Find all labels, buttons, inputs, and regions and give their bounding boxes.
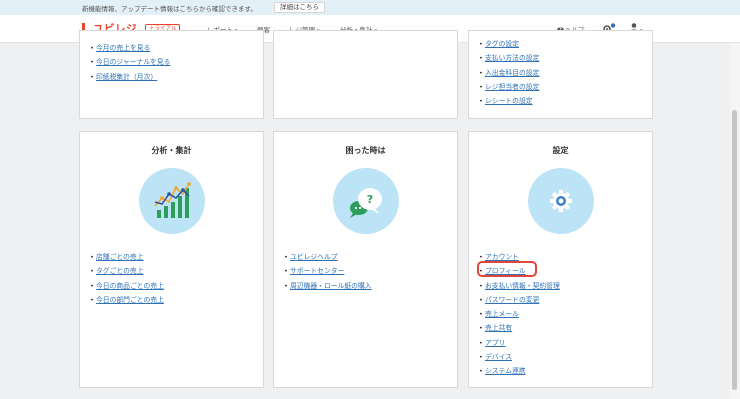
list-item[interactable]: デバイス [479,350,560,365]
help-link-list: ユビレジヘルプ サポートセンター 周辺機器・ロール紙の購入 [284,250,372,293]
profile-highlight-box [477,261,537,277]
help-bubble-icon: ? [333,168,399,234]
settings-card: 設定 アカウント プロフィール お支払い情報・契約管理 パスワードの変更 売上メ… [468,131,653,388]
analytics-chart-icon [139,168,205,234]
list-item[interactable]: レシートの設定 [479,94,539,109]
list-item[interactable]: 印紙税集計（月次） [90,70,170,85]
list-item[interactable]: サポートセンター [284,264,372,279]
update-notice-bar: 新機能情報、アップデート情報はこちらから確認できます。 詳細はこちら [0,0,740,15]
list-item[interactable]: システム連携 [479,364,560,379]
list-item[interactable]: 売上メール [479,307,560,322]
help-card-title: 困った時は [345,146,386,155]
register-settings-card: タグの設定 支払い方法の設定 入出金科目の設定 レジ担当者の設定 レシートの設定 [468,30,653,119]
list-item[interactable]: お支払い情報・契約管理 [479,279,560,294]
list-item[interactable]: 今日のジャーナルを見る [90,55,170,70]
list-item[interactable]: 売上共有 [479,321,560,336]
list-item[interactable]: 周辺機器・ロール紙の購入 [284,279,372,294]
help-card: 困った時は ? ユビレジヘルプ サポートセンター 周辺機器・ロール紙の購入 [273,131,458,388]
page-scrollbar-thumb[interactable] [732,110,737,390]
list-item[interactable]: 入出金科目の設定 [479,66,539,81]
gear-icon [528,168,594,234]
middle-card-top [273,30,458,119]
list-item[interactable]: ユビレジヘルプ [284,250,372,265]
list-item[interactable]: レジ担当者の設定 [479,80,539,95]
list-item[interactable]: アプリ [479,336,560,351]
analytics-card-title: 分析・集計 [151,146,192,155]
list-item[interactable]: タグごとの売上 [90,264,164,279]
analytics-card: 分析・集計 店舗ごとの売上 タグごとの売上 今日の商品ごとの売上 今日の部門ごと… [79,131,264,388]
list-item[interactable]: タグの設定 [479,37,539,52]
svg-text:?: ? [367,193,373,206]
sales-card: 今月の売上を見る 今日のジャーナルを見る 印紙税集計（月次） [79,30,264,119]
list-item[interactable]: 今月の売上を見る [90,41,170,56]
list-item[interactable]: 支払い方法の設定 [479,51,539,66]
list-item[interactable]: パスワードの変更 [479,293,560,308]
notice-details-button[interactable]: 詳細はこちら [274,2,325,13]
list-item[interactable]: 今日の商品ごとの売上 [90,279,164,294]
list-item[interactable]: 今日の部門ごとの売上 [90,293,164,308]
sales-link-list: 今月の売上を見る 今日のジャーナルを見る 印紙税集計（月次） [90,41,170,84]
register-settings-link-list: タグの設定 支払い方法の設定 入出金科目の設定 レジ担当者の設定 レシートの設定 [479,37,539,109]
list-item[interactable]: 店舗ごとの売上 [90,250,164,265]
analytics-link-list: 店舗ごとの売上 タグごとの売上 今日の商品ごとの売上 今日の部門ごとの売上 [90,250,164,307]
settings-card-title: 設定 [552,146,569,155]
update-notice-text: 新機能情報、アップデート情報はこちらから確認できます。 [82,5,257,13]
